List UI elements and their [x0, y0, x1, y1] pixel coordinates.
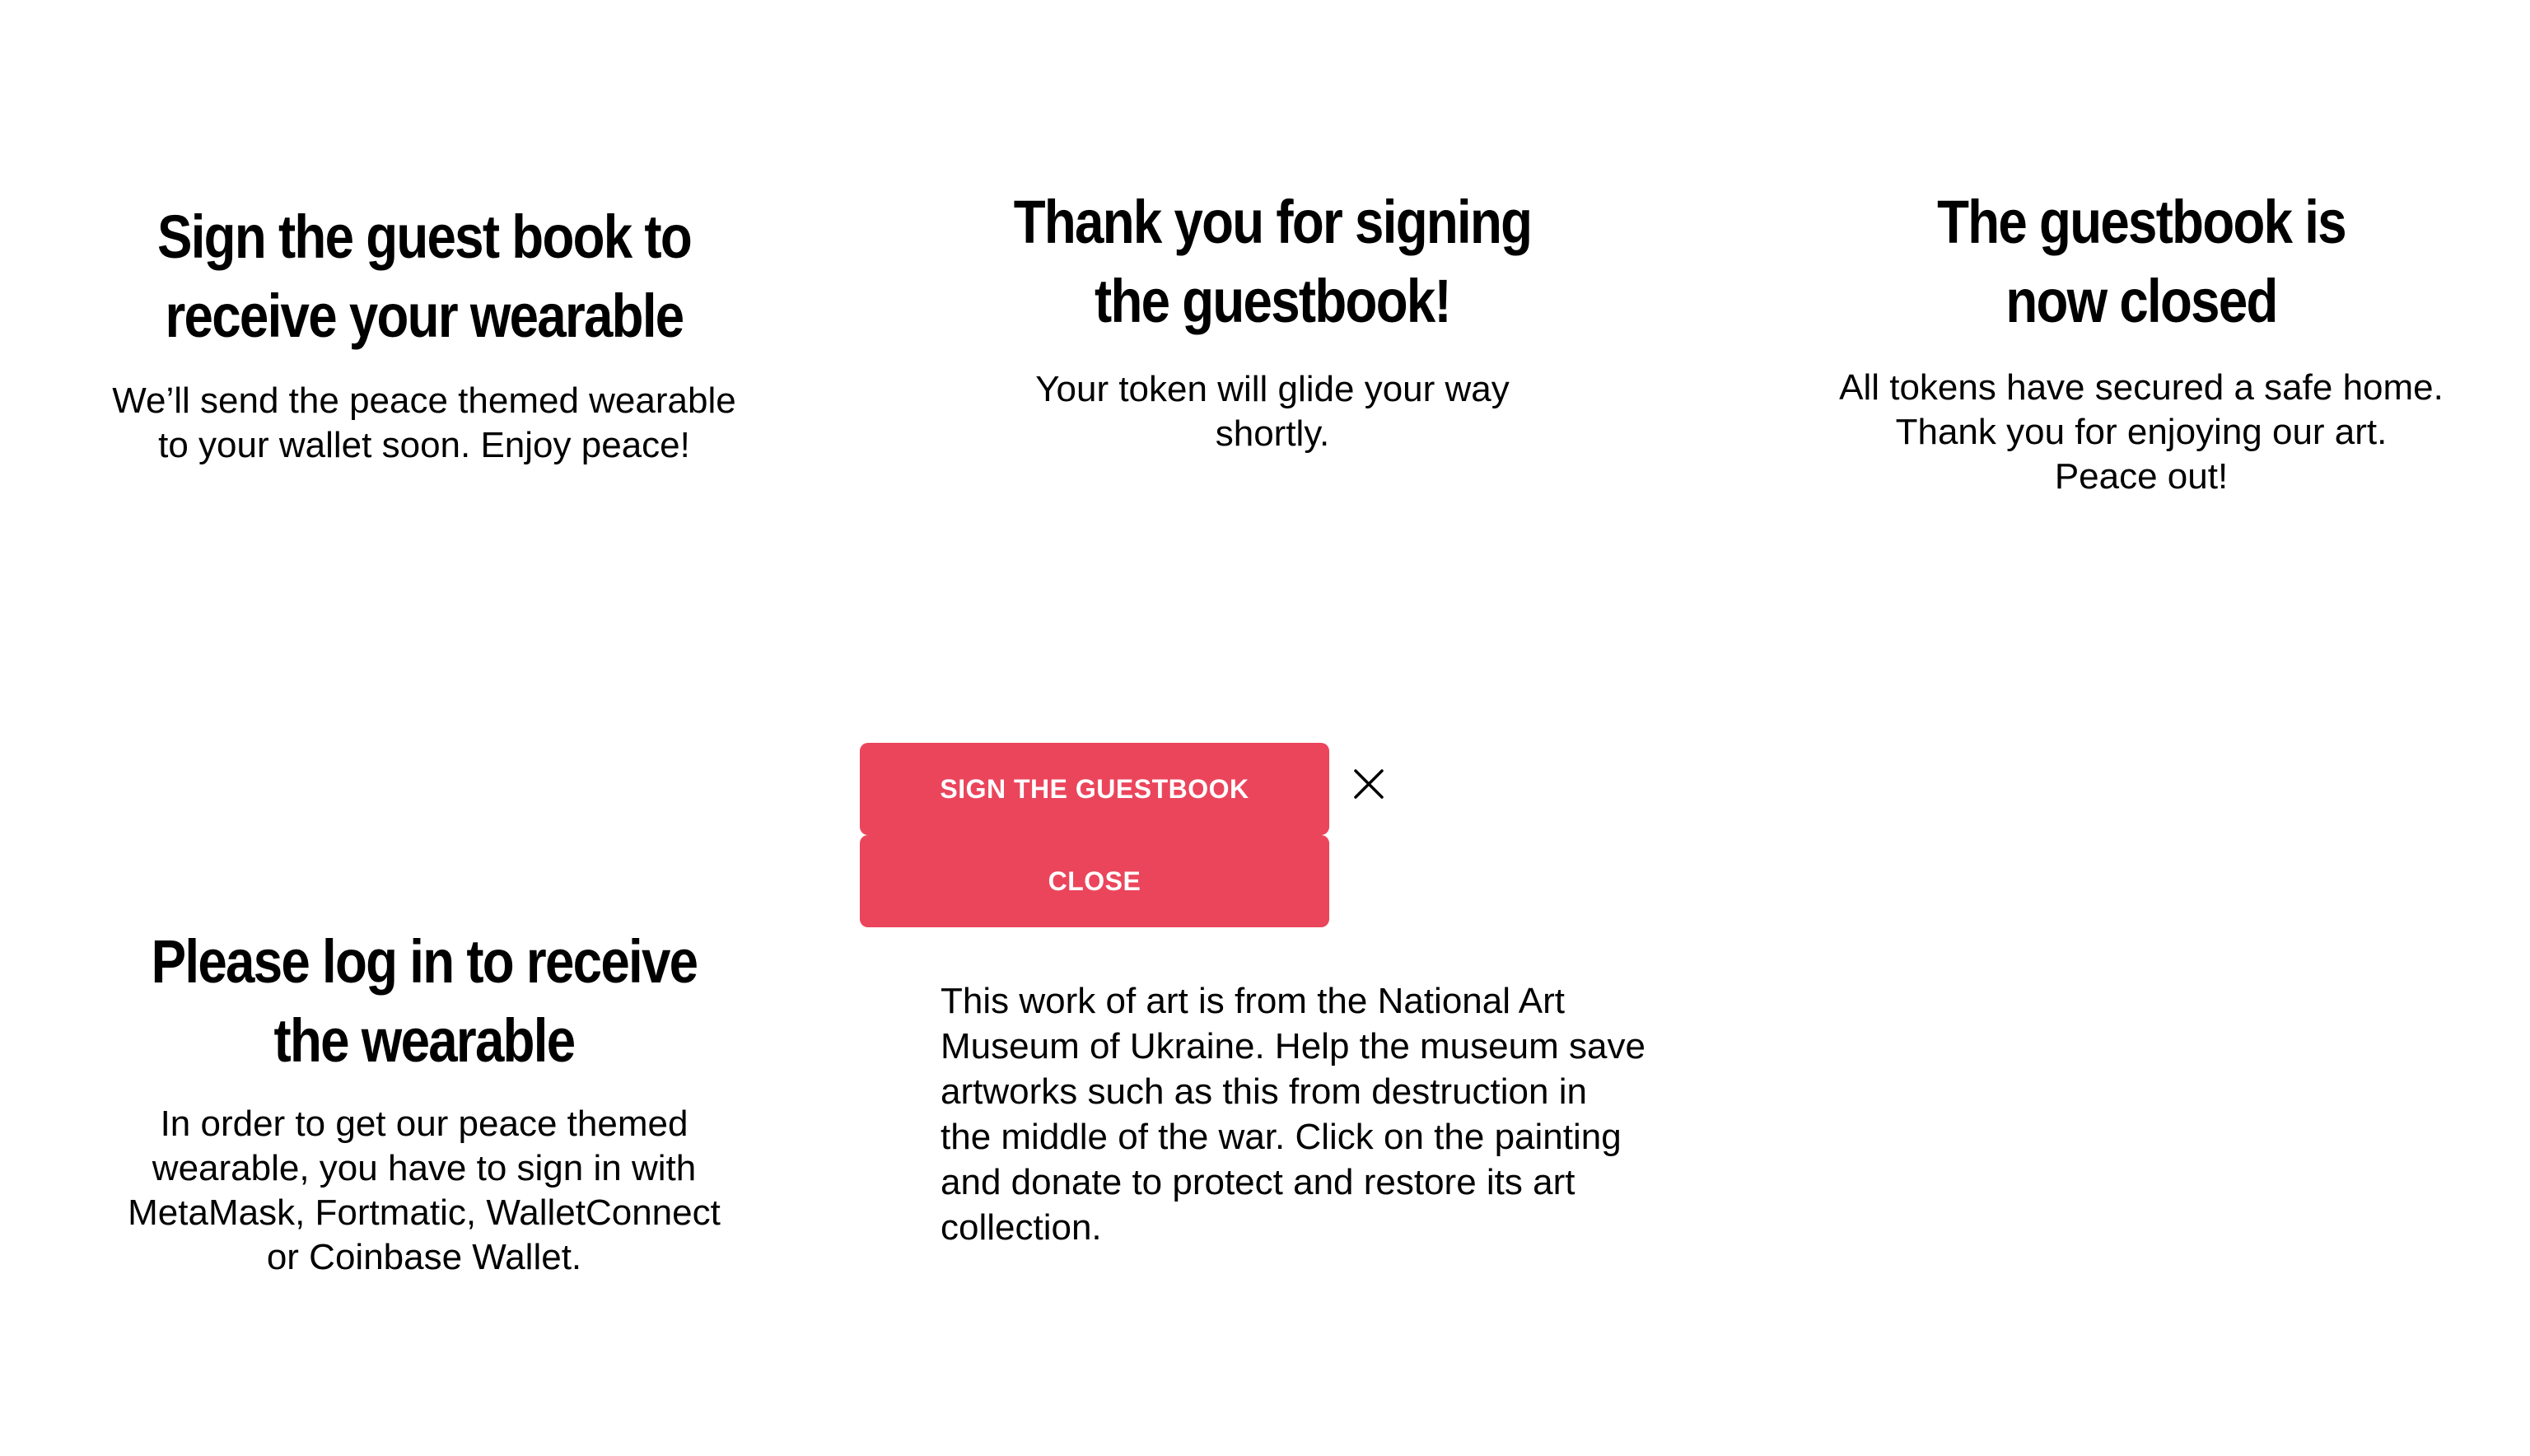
- login-prompt-description: In order to get our peace themed wearabl…: [66, 1102, 782, 1280]
- heading-line: the guestbook!: [1094, 267, 1452, 335]
- museum-info-line: artworks such as this from destruction i…: [941, 1071, 1587, 1112]
- heading-line: Please log in to receive: [151, 927, 698, 996]
- login-prompt-heading: Please log in to receive the wearable: [116, 922, 732, 1080]
- description-line: All tokens have secured a safe home.: [1839, 367, 2444, 408]
- description-line: or Coinbase Wallet.: [266, 1237, 582, 1277]
- museum-info-text: This work of art is from the National Ar…: [941, 978, 1682, 1250]
- sign-guestbook-heading: Sign the guest book to receive your wear…: [116, 198, 732, 356]
- guestbook-closed-panel: The guestbook is now closed All tokens h…: [1787, 183, 2495, 499]
- login-prompt-panel: Please log in to receive the wearable In…: [66, 922, 782, 1280]
- heading-line: The guestbook is: [1937, 188, 2347, 256]
- description-line: Thank you for enjoying our art.: [1895, 412, 2388, 452]
- heading-line: Thank you for signing: [1013, 188, 1533, 256]
- sign-guestbook-panel: Sign the guest book to receive your wear…: [66, 198, 782, 468]
- description-line: Peace out!: [2054, 456, 2229, 497]
- museum-info-line: This work of art is from the National Ar…: [941, 981, 1566, 1021]
- heading-line: receive your wearable: [165, 282, 685, 350]
- guestbook-closed-description: All tokens have secured a safe home. Tha…: [1787, 366, 2495, 499]
- heading-line: now closed: [2005, 267, 2278, 335]
- description-line: MetaMask, Fortmatic, WalletConnect: [128, 1192, 721, 1233]
- heading-line: Sign the guest book to: [156, 203, 693, 271]
- description-line: wearable, you have to sign in with: [152, 1148, 697, 1188]
- heading-line: the wearable: [273, 1006, 576, 1075]
- sign-guestbook-description: We’ll send the peace themed wearable to …: [66, 379, 782, 468]
- description-line: We’ll send the peace themed wearable: [112, 380, 736, 421]
- thank-you-heading: Thank you for signing the guestbook!: [972, 183, 1574, 341]
- close-x-icon[interactable]: [1351, 766, 1387, 802]
- description-line: In order to get our peace themed: [160, 1104, 689, 1144]
- description-line: Your token will glide your way: [1035, 369, 1510, 409]
- close-button[interactable]: CLOSE: [860, 835, 1329, 927]
- close-x-icon-graphic: [1354, 769, 1384, 799]
- description-line: shortly.: [1215, 413, 1330, 454]
- museum-info-line: and donate to protect and restore its ar…: [941, 1162, 1575, 1202]
- museum-info-line: the middle of the war. Click on the pain…: [941, 1117, 1622, 1157]
- museum-info-line: Museum of Ukraine. Help the museum save: [941, 1026, 1645, 1066]
- thank-you-panel: Thank you for signing the guestbook! You…: [922, 183, 1622, 456]
- thank-you-description: Your token will glide your way shortly.: [922, 367, 1622, 456]
- description-line: to your wallet soon. Enjoy peace!: [158, 425, 690, 465]
- guestbook-closed-heading: The guestbook is now closed: [1837, 183, 2446, 341]
- museum-info-line: collection.: [941, 1207, 1102, 1248]
- sign-guestbook-button[interactable]: SIGN THE GUESTBOOK: [860, 743, 1329, 835]
